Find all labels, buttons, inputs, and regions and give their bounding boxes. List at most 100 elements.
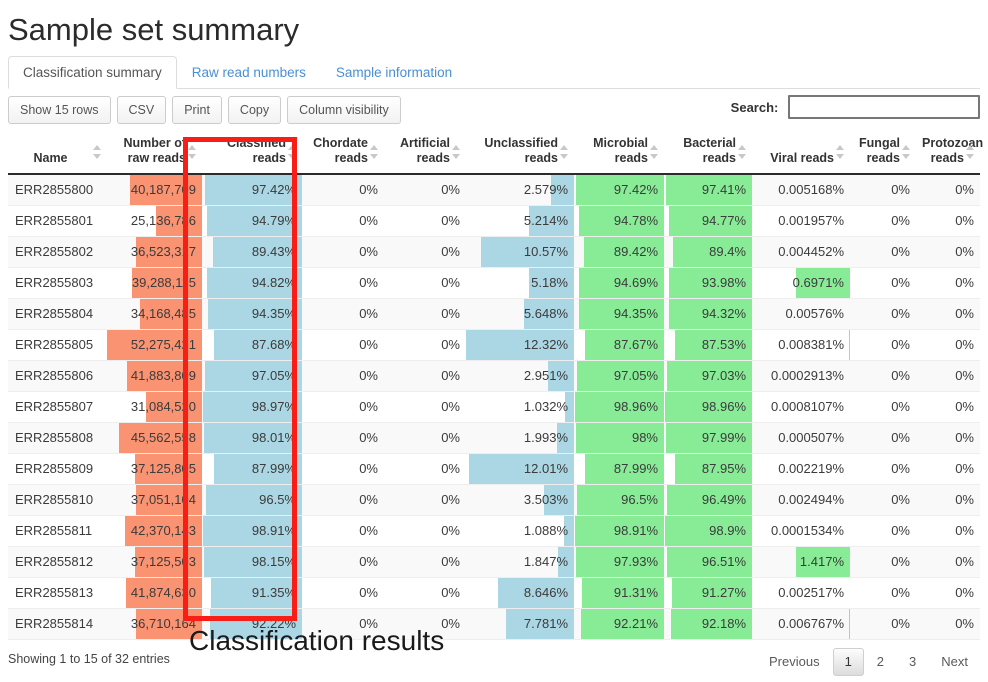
column-header-number-of-raw-reads[interactable]: Number of raw reads [107,130,202,174]
column-header-label: Bacterial reads [683,136,736,165]
cell-artificial: 0% [384,485,466,516]
table-row[interactable]: ERR285580339,288,11594.82%0%0%5.18%94.69… [8,268,980,299]
cell-artificial: 0% [384,299,466,330]
cell-protozoan: 0% [916,330,980,361]
table-row[interactable]: ERR285581142,370,14398.91%0%0%1.088%98.9… [8,516,980,547]
copy-button[interactable]: Copy [228,96,281,124]
column-header-viral-reads[interactable]: Viral reads [752,130,850,174]
cell-viral: 0.000507% [752,423,850,454]
annotation-caption: Classification results [189,625,444,657]
search-input[interactable] [788,95,980,119]
tab-bar: Classification summaryRaw read numbersSa… [8,56,980,89]
table-row[interactable]: ERR285580845,562,55898.01%0%0%1.993%98%9… [8,423,980,454]
cell-value: 87.53% [664,330,752,360]
table-row[interactable]: ERR285580552,275,42187.68%0%0%12.32%87.6… [8,330,980,361]
column-header-microbial-reads[interactable]: Microbial reads [574,130,664,174]
cell-protozoan: 0% [916,454,980,485]
search-box: Search: [731,95,980,119]
table-row[interactable]: ERR285581237,125,50398.15%0%0%1.847%97.9… [8,547,980,578]
cell-value: ERR2855802 [8,237,107,267]
cell-unclassified: 12.32% [466,330,574,361]
cell-value: 0% [384,299,466,329]
show-15-rows-button[interactable]: Show 15 rows [8,96,111,124]
cell-raw_reads: 25,136,786 [107,206,202,237]
sort-arrows-icon[interactable] [370,145,379,159]
print-button[interactable]: Print [172,96,222,124]
table-row[interactable]: ERR285581037,051,10496.5%0%0%3.503%96.5%… [8,485,980,516]
pagination-page-2[interactable]: 2 [865,648,896,676]
cell-value: 0.006767% [752,609,850,639]
csv-button[interactable]: CSV [117,96,167,124]
cell-value: 37,051,104 [107,485,202,515]
pagination-previous[interactable]: Previous [757,648,832,676]
cell-viral: 0.0002913% [752,361,850,392]
table-row[interactable]: ERR285581341,874,63091.35%0%0%8.646%91.3… [8,578,980,609]
cell-value: 0% [384,206,466,236]
page-title: Sample set summary [0,0,988,50]
table-row[interactable]: ERR285580937,125,80587.99%0%0%12.01%87.9… [8,454,980,485]
cell-viral: 0.0008107% [752,392,850,423]
column-header-artificial-reads[interactable]: Artificial reads [384,130,466,174]
tab-raw-read-numbers[interactable]: Raw read numbers [177,56,321,89]
column-header-bacterial-reads[interactable]: Bacterial reads [664,130,752,174]
cell-value: ERR2855814 [8,609,107,639]
cell-value: 1.088% [466,516,574,546]
cell-value: 34,168,485 [107,299,202,329]
table-row[interactable]: ERR285580236,523,31789.43%0%0%10.57%89.4… [8,237,980,268]
cell-microbial: 87.99% [574,454,664,485]
cell-value: 41,874,630 [107,578,202,608]
column-header-classified-reads[interactable]: Classified reads [202,130,302,174]
cell-value: ERR2855803 [8,268,107,298]
table-row[interactable]: ERR285580434,168,48594.35%0%0%5.648%94.3… [8,299,980,330]
tab-classification-summary[interactable]: Classification summary [8,56,177,89]
cell-bacterial: 96.49% [664,485,752,516]
tab-sample-information[interactable]: Sample information [321,56,467,89]
pagination-page-1[interactable]: 1 [833,648,864,676]
table-row[interactable]: ERR285580125,136,78694.79%0%0%5.214%94.7… [8,206,980,237]
cell-chordate: 0% [302,392,384,423]
column-visibility-button[interactable]: Column visibility [287,96,401,124]
table-footer: Showing 1 to 15 of 32 entries Previous12… [8,642,980,682]
sort-arrows-icon[interactable] [288,145,297,159]
sort-arrows-icon[interactable] [188,145,197,159]
cell-artificial: 0% [384,454,466,485]
sort-arrows-icon[interactable] [738,145,747,159]
column-header-name[interactable]: Name [8,130,107,174]
sort-arrows-icon[interactable] [966,145,975,159]
cell-value: ERR2855804 [8,299,107,329]
table-row[interactable]: ERR285581436,710,16492.22%0%0%7.781%92.2… [8,609,980,640]
cell-value: 91.35% [202,578,302,608]
table-row[interactable]: ERR285580040,187,70997.42%0%0%2.579%97.4… [8,174,980,206]
sort-arrows-icon[interactable] [560,145,569,159]
cell-protozoan: 0% [916,299,980,330]
pagination-next[interactable]: Next [929,648,980,676]
column-header-label: Microbial reads [593,136,648,165]
cell-bacterial: 91.27% [664,578,752,609]
cell-bacterial: 97.41% [664,174,752,206]
sort-arrows-icon[interactable] [902,145,911,159]
cell-bacterial: 89.4% [664,237,752,268]
cell-value: 0% [302,299,384,329]
cell-artificial: 0% [384,392,466,423]
table-row[interactable]: ERR285580731,084,52098.97%0%0%1.032%98.9… [8,392,980,423]
sort-arrows-icon[interactable] [93,145,102,159]
cell-value: 0% [916,454,980,484]
cell-value: 98.97% [202,392,302,422]
table-info-text: Showing 1 to 15 of 32 entries [8,652,170,666]
table-row[interactable]: ERR285580641,883,80997.05%0%0%2.951%97.0… [8,361,980,392]
column-header-protozoan-reads[interactable]: Protozoan reads [916,130,980,174]
column-header-fungal-reads[interactable]: Fungal reads [850,130,916,174]
sort-arrows-icon[interactable] [650,145,659,159]
cell-value: 87.67% [574,330,664,360]
sort-arrows-icon[interactable] [452,145,461,159]
pagination-page-3[interactable]: 3 [897,648,928,676]
cell-name: ERR2855800 [8,174,107,206]
column-header-chordate-reads[interactable]: Chordate reads [302,130,384,174]
cell-artificial: 0% [384,423,466,454]
cell-value: 36,710,164 [107,609,202,639]
column-header-unclassified-reads[interactable]: Unclassified reads [466,130,574,174]
cell-unclassified: 1.088% [466,516,574,547]
cell-value: 98% [574,423,664,453]
cell-viral: 0.006767% [752,609,850,640]
sort-arrows-icon[interactable] [836,145,845,159]
